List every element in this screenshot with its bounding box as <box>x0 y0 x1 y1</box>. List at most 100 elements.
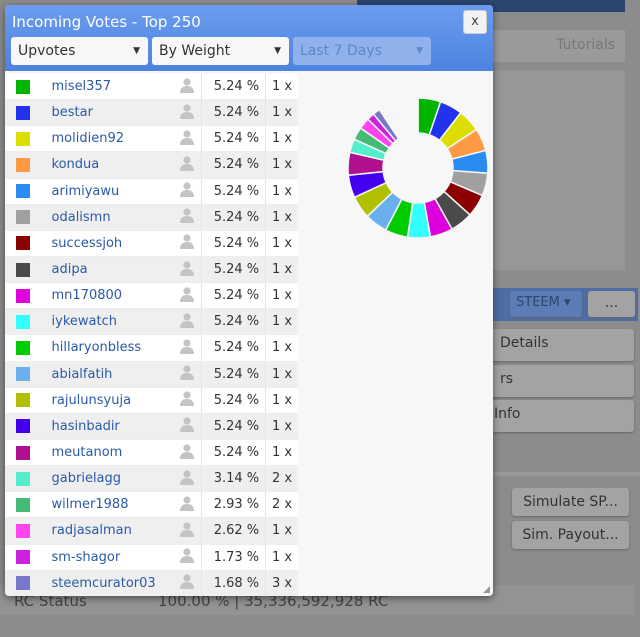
vote-percent: 5.24 % <box>201 126 265 152</box>
voter-link[interactable]: misel357 <box>52 79 173 94</box>
color-swatch <box>16 497 30 512</box>
user-icon[interactable] <box>172 469 201 489</box>
table-row: wilmer1988 2.93 % 2 x <box>5 492 298 519</box>
voter-link[interactable]: wilmer1988 <box>52 497 173 512</box>
color-swatch <box>16 210 30 225</box>
table-row: iykewatch 5.24 % 1 x <box>5 309 298 336</box>
resize-handle[interactable] <box>483 586 490 593</box>
color-swatch <box>16 340 30 355</box>
voter-link[interactable]: steemcurator03 <box>52 576 173 591</box>
vote-count: 2 x <box>265 492 298 518</box>
user-icon[interactable] <box>172 233 201 253</box>
vote-count: 1 x <box>265 544 298 570</box>
vote-percent: 5.24 % <box>201 413 265 439</box>
chevron-down-icon: ▼ <box>416 46 423 56</box>
table-row: sm-shagor 1.73 % 1 x <box>5 544 298 571</box>
voter-link[interactable]: rajulunsyuja <box>52 393 173 408</box>
user-icon[interactable] <box>172 207 201 227</box>
info-button[interactable]: Info <box>470 400 634 432</box>
vote-percent: 2.62 % <box>201 518 265 544</box>
votes-table: misel357 5.24 % 1 x bestar 5.24 % 1 x mo… <box>5 74 298 596</box>
color-swatch <box>16 157 30 172</box>
voter-link[interactable]: kondua <box>52 157 173 172</box>
period-select: Last 7 Days ▼ <box>293 37 431 65</box>
user-icon[interactable] <box>172 181 201 201</box>
vote-count: 1 x <box>265 335 298 361</box>
user-icon[interactable] <box>172 521 201 541</box>
color-swatch <box>16 262 30 277</box>
user-icon[interactable] <box>172 338 201 358</box>
voter-link[interactable]: successjoh <box>52 236 173 251</box>
color-swatch <box>16 367 30 382</box>
vote-type-select[interactable]: Upvotes ▼ <box>11 37 148 65</box>
voter-link[interactable]: molidien92 <box>52 131 173 146</box>
pie-slice-other <box>415 97 419 134</box>
voter-link[interactable]: hasinbadir <box>52 419 173 434</box>
user-icon[interactable] <box>172 312 201 332</box>
color-swatch <box>16 419 30 434</box>
sort-select[interactable]: By Weight ▼ <box>152 37 289 65</box>
voter-link[interactable]: abialfatih <box>52 367 173 382</box>
close-button[interactable]: x <box>463 10 487 34</box>
vote-percent: 5.24 % <box>201 152 265 178</box>
voter-link[interactable]: odalismn <box>52 210 173 225</box>
vote-percent: 5.24 % <box>201 283 265 309</box>
user-icon[interactable] <box>172 286 201 306</box>
voter-link[interactable]: adipa <box>52 262 173 277</box>
table-row: meutanom 5.24 % 1 x <box>5 439 298 467</box>
incoming-votes-dialog: Incoming Votes - Top 250 x Upvotes ▼ By W… <box>5 5 493 596</box>
chevron-down-icon: ▼ <box>274 46 281 56</box>
rs-button[interactable]: rs <box>470 365 634 397</box>
vote-percent: 5.24 % <box>201 335 265 361</box>
user-icon[interactable] <box>172 547 201 567</box>
bg-panel <box>470 70 625 270</box>
table-row: radjasalman 2.62 % 1 x <box>5 518 298 545</box>
votes-donut-chart <box>347 97 489 239</box>
more-button[interactable]: ... <box>588 291 635 317</box>
vote-count: 1 x <box>265 361 298 387</box>
vote-count: 1 x <box>265 309 298 335</box>
vote-count: 3 x <box>265 570 298 596</box>
table-row: adipa 5.24 % 1 x <box>5 256 298 284</box>
user-icon[interactable] <box>172 155 201 175</box>
simulate-sp-button[interactable]: Simulate SP... <box>512 488 629 516</box>
user-icon[interactable] <box>172 573 201 593</box>
voter-link[interactable]: hillaryonbless <box>52 340 173 355</box>
voter-link[interactable]: sm-shagor <box>52 550 173 565</box>
user-icon[interactable] <box>172 495 201 515</box>
voter-link[interactable]: mn170800 <box>52 288 173 303</box>
details-button[interactable]: Details <box>470 329 634 361</box>
vote-percent: 5.24 % <box>201 439 265 466</box>
voter-link[interactable]: bestar <box>52 105 173 120</box>
user-icon[interactable] <box>172 364 201 384</box>
color-swatch <box>16 105 30 120</box>
table-row: odalismn 5.24 % 1 x <box>5 204 298 231</box>
table-row: molidien92 5.24 % 1 x <box>5 126 298 153</box>
user-icon[interactable] <box>172 77 201 97</box>
vote-percent: 5.24 % <box>201 361 265 387</box>
user-icon[interactable] <box>172 443 201 463</box>
table-row: mn170800 5.24 % 1 x <box>5 283 298 310</box>
voter-link[interactable]: meutanom <box>52 445 173 460</box>
vote-count: 1 x <box>265 178 298 204</box>
currency-select[interactable]: STEEM ▾ <box>510 291 582 317</box>
vote-percent: 5.24 % <box>201 309 265 335</box>
tutorials-panel[interactable]: Tutorials <box>470 30 625 62</box>
user-icon[interactable] <box>172 416 201 436</box>
voter-link[interactable]: gabrielagg <box>52 471 173 486</box>
vote-count: 1 x <box>265 387 298 413</box>
user-icon[interactable] <box>172 260 201 280</box>
sim-payout-button[interactable]: Sim. Payout... <box>512 521 629 549</box>
table-row: misel357 5.24 % 1 x <box>5 74 298 101</box>
color-swatch <box>16 393 30 408</box>
vote-percent: 3.14 % <box>201 466 265 492</box>
color-swatch <box>16 236 30 251</box>
color-swatch <box>16 576 30 591</box>
user-icon[interactable] <box>172 390 201 410</box>
vote-count: 1 x <box>265 413 298 439</box>
user-icon[interactable] <box>172 103 201 123</box>
voter-link[interactable]: radjasalman <box>52 523 173 538</box>
user-icon[interactable] <box>172 129 201 149</box>
voter-link[interactable]: arimiyawu <box>52 184 173 199</box>
voter-link[interactable]: iykewatch <box>52 314 173 329</box>
